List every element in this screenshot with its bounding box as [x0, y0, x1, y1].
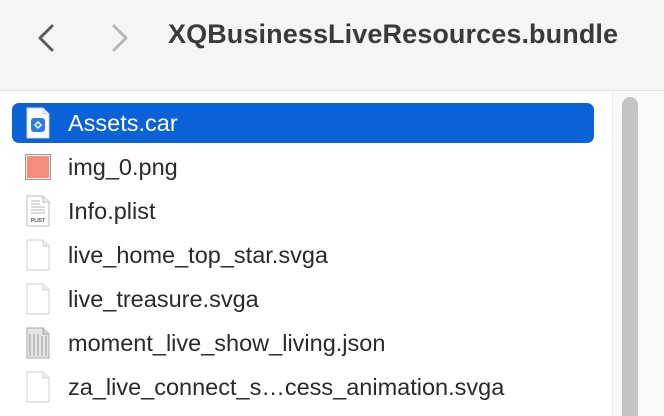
file-row-img-0-png[interactable]: img_0.png — [12, 147, 594, 187]
image-file-icon — [23, 150, 53, 184]
file-name: Assets.car — [68, 109, 178, 136]
chevron-right-icon — [112, 24, 128, 52]
plist-file-icon: PLIST — [23, 194, 53, 228]
file-row-live-home-top-star[interactable]: live_home_top_star.svga — [12, 235, 594, 275]
document-icon — [23, 238, 53, 272]
file-row-live-treasure[interactable]: live_treasure.svga — [12, 279, 594, 319]
vertical-scrollbar[interactable] — [612, 91, 664, 416]
file-list: Assets.car img_0.png PLIST Info.plist li… — [0, 91, 612, 416]
json-file-icon — [23, 326, 53, 360]
file-name: img_0.png — [68, 153, 178, 180]
back-button[interactable] — [26, 18, 66, 58]
window-title: XQBusinessLiveResources.bundle — [168, 19, 619, 49]
finder-window: XQBusinessLiveResources.bundle Assets.ca… — [0, 0, 664, 416]
file-row-za-live-connect[interactable]: za_live_connect_s…cess_animation.svga — [12, 367, 594, 407]
forward-button[interactable] — [100, 18, 140, 58]
asset-catalog-icon — [23, 106, 53, 140]
file-name: live_home_top_star.svga — [68, 241, 328, 268]
document-icon — [23, 370, 53, 404]
file-row-assets-car[interactable]: Assets.car — [12, 103, 594, 143]
file-row-info-plist[interactable]: PLIST Info.plist — [12, 191, 594, 231]
file-name: moment_live_show_living.json — [68, 329, 386, 356]
scroll-thumb[interactable] — [622, 97, 638, 416]
document-icon — [23, 282, 53, 316]
svg-text:PLIST: PLIST — [31, 218, 45, 224]
toolbar: XQBusinessLiveResources.bundle — [0, 0, 664, 91]
file-name: live_treasure.svga — [68, 285, 259, 312]
chevron-left-icon — [38, 24, 54, 52]
file-name: za_live_connect_s…cess_animation.svga — [68, 373, 505, 400]
file-name: Info.plist — [68, 197, 156, 224]
file-row-moment-live-show[interactable]: moment_live_show_living.json — [12, 323, 594, 363]
